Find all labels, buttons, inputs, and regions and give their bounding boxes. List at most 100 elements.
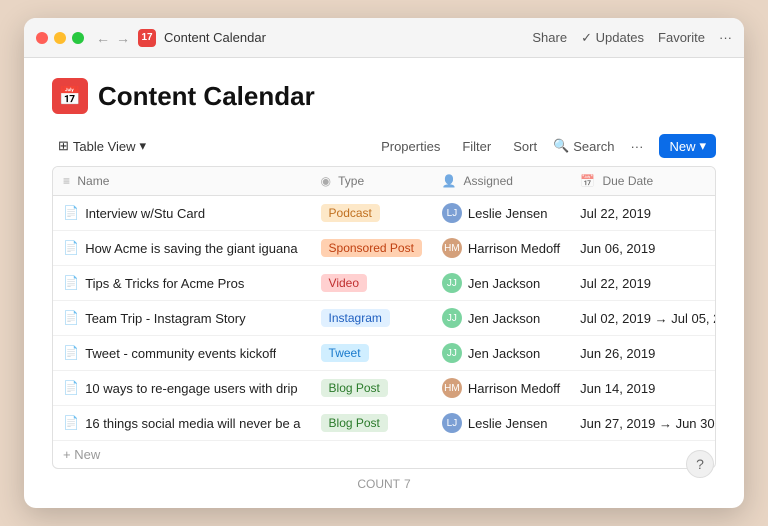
cell-assigned: LJ Leslie Jensen: [432, 196, 570, 231]
favorite-button[interactable]: Favorite: [658, 30, 705, 45]
data-table: ≡ Name ◉ Type 👤 Assigned: [52, 166, 716, 469]
count-label: COUNT: [357, 477, 400, 491]
table-row[interactable]: 📄 16 things social media will never be a…: [53, 406, 716, 441]
cell-due-date: Jul 22, 2019: [570, 196, 716, 231]
sort-button[interactable]: Sort: [507, 136, 543, 157]
forward-icon[interactable]: →: [116, 30, 130, 46]
row-name: Team Trip - Instagram Story: [85, 311, 245, 326]
table-row[interactable]: 📄 Tips & Tricks for Acme Pros Video JJ J…: [53, 266, 716, 301]
assigned-name: Harrison Medoff: [468, 241, 560, 256]
minimize-button[interactable]: [54, 32, 66, 44]
table-row[interactable]: 📄 Interview w/Stu Card Podcast LJ Leslie…: [53, 196, 716, 231]
cell-assigned: HM Harrison Medoff: [432, 231, 570, 266]
maximize-button[interactable]: [72, 32, 84, 44]
assigned-name: Harrison Medoff: [468, 381, 560, 396]
person-icon: 👤: [442, 174, 457, 188]
more-options-button[interactable]: ···: [719, 30, 732, 45]
doc-icon: 📄: [63, 275, 79, 291]
titlebar-actions: Share ✓ Updates Favorite ···: [532, 30, 732, 46]
avatar: HM: [442, 238, 462, 258]
cell-name: 📄 Interview w/Stu Card: [53, 196, 311, 231]
row-name: 16 things social media will never be a: [85, 416, 300, 431]
table-row[interactable]: 📄 10 ways to re-engage users with drip B…: [53, 371, 716, 406]
cell-name: 📄 16 things social media will never be a: [53, 406, 311, 441]
cell-name: 📄 10 ways to re-engage users with drip: [53, 371, 311, 406]
add-row[interactable]: + New: [53, 441, 716, 469]
type-badge: Podcast: [321, 204, 380, 222]
cell-assigned: HM Harrison Medoff: [432, 371, 570, 406]
avatar: LJ: [442, 413, 462, 433]
col-due-date: 📅 Due Date: [570, 167, 716, 196]
doc-icon: 📄: [63, 205, 79, 221]
avatar: JJ: [442, 273, 462, 293]
toolbar: ⊞ Table View ▾ Properties Filter Sort 🔍 …: [52, 134, 716, 158]
row-name: How Acme is saving the giant iguana: [85, 241, 297, 256]
back-icon[interactable]: ←: [96, 30, 110, 46]
assigned-name: Jen Jackson: [468, 276, 540, 291]
toolbar-left: ⊞ Table View ▾: [52, 135, 371, 157]
cell-type: Sponsored Post: [311, 231, 432, 266]
add-row-label[interactable]: + New: [53, 441, 716, 469]
avatar: JJ: [442, 343, 462, 363]
chevron-down-icon: ▾: [140, 138, 147, 154]
traffic-lights: [36, 32, 84, 44]
search-icon: 🔍: [553, 138, 569, 154]
share-button[interactable]: Share: [532, 30, 567, 45]
assigned-name: Jen Jackson: [468, 346, 540, 361]
row-name: Interview w/Stu Card: [85, 206, 205, 221]
calendar-icon: 📅: [580, 174, 595, 188]
page-icon: 📅: [52, 78, 88, 114]
table-row[interactable]: 📄 Team Trip - Instagram Story Instagram …: [53, 301, 716, 336]
count-row: COUNT 7: [52, 469, 716, 495]
page-title: Content Calendar: [98, 81, 315, 112]
row-name: Tips & Tricks for Acme Pros: [85, 276, 244, 291]
view-selector[interactable]: ⊞ Table View ▾: [52, 135, 152, 157]
avatar: HM: [442, 378, 462, 398]
main-content: 📅 Content Calendar ⊞ Table View ▾ Proper…: [24, 58, 744, 508]
properties-button[interactable]: Properties: [375, 136, 446, 157]
more-toolbar-button[interactable]: ···: [624, 136, 649, 157]
cell-assigned: JJ Jen Jackson: [432, 301, 570, 336]
new-button[interactable]: New ▾: [659, 134, 716, 158]
type-badge: Blog Post: [321, 379, 388, 397]
cell-name: 📄 How Acme is saving the giant iguana: [53, 231, 311, 266]
doc-icon: 📄: [63, 415, 79, 431]
cell-type: Video: [311, 266, 432, 301]
search-button[interactable]: 🔍 Search: [553, 138, 614, 154]
window-title: Content Calendar: [164, 30, 524, 45]
doc-icon: 📄: [63, 240, 79, 256]
assigned-name: Jen Jackson: [468, 311, 540, 326]
cell-name: 📄 Tips & Tricks for Acme Pros: [53, 266, 311, 301]
cell-due-date: Jun 14, 2019: [570, 371, 716, 406]
type-badge: Sponsored Post: [321, 239, 422, 257]
chevron-down-icon: ▾: [699, 138, 706, 154]
table-row[interactable]: 📄 Tweet - community events kickoff Tweet…: [53, 336, 716, 371]
avatar: JJ: [442, 308, 462, 328]
type-badge: Blog Post: [321, 414, 388, 432]
cell-type: Blog Post: [311, 371, 432, 406]
filter-button[interactable]: Filter: [456, 136, 497, 157]
titlebar: ← → 17 Content Calendar Share ✓ Updates …: [24, 18, 744, 58]
cell-type: Instagram: [311, 301, 432, 336]
nav-back[interactable]: ← →: [96, 30, 130, 46]
table-icon: ⊞: [58, 138, 69, 154]
cell-type: Tweet: [311, 336, 432, 371]
close-button[interactable]: [36, 32, 48, 44]
cell-due-date: Jun 06, 2019: [570, 231, 716, 266]
toolbar-right: Properties Filter Sort 🔍 Search ··· New …: [375, 134, 716, 158]
table-header: ≡ Name ◉ Type 👤 Assigned: [53, 167, 716, 196]
cell-assigned: JJ Jen Jackson: [432, 336, 570, 371]
app-window: ← → 17 Content Calendar Share ✓ Updates …: [24, 18, 744, 508]
doc-icon: 📄: [63, 345, 79, 361]
table-row[interactable]: 📄 How Acme is saving the giant iguana Sp…: [53, 231, 716, 266]
row-name: Tweet - community events kickoff: [85, 346, 276, 361]
cell-assigned: JJ Jen Jackson: [432, 266, 570, 301]
help-button[interactable]: ?: [686, 450, 714, 478]
cell-assigned: LJ Leslie Jensen: [432, 406, 570, 441]
cell-type: Podcast: [311, 196, 432, 231]
updates-button[interactable]: ✓ Updates: [581, 30, 644, 46]
type-badge: Instagram: [321, 309, 390, 327]
col-name: ≡ Name: [53, 167, 311, 196]
text-icon: ≡: [63, 174, 70, 188]
check-icon: ✓: [581, 30, 592, 45]
